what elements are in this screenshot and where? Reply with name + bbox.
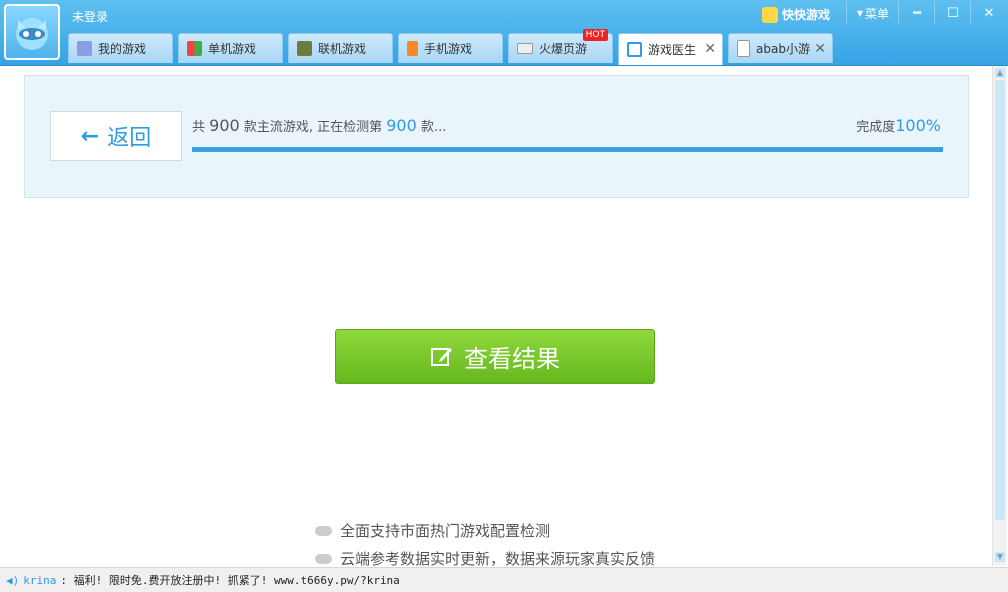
back-button[interactable]: ← 返回 <box>50 111 182 161</box>
tab-close-icon[interactable]: ✕ <box>704 41 716 57</box>
tab-game-doctor[interactable]: 游戏医生 ✕ <box>618 33 723 65</box>
current-count: 900 <box>386 116 417 135</box>
tab-single-player[interactable]: 单机游戏 <box>178 33 283 63</box>
tab-hot-web-games[interactable]: 火爆页游 HOT <box>508 29 613 63</box>
brand-icon <box>762 6 778 23</box>
status-prefix: 共 <box>192 120 206 135</box>
tab-label: 单机游戏 <box>208 42 257 56</box>
back-label: 返回 <box>107 126 152 151</box>
completion-value: 100% <box>895 116 941 135</box>
tab-my-games[interactable]: 我的游戏 <box>68 33 173 63</box>
minimize-button[interactable]: ━ <box>898 1 935 25</box>
cloud-icon <box>315 525 332 536</box>
title-bar: 未登录 快快游戏 ▾ 菜单 ━ ☐ ✕ 我的游戏 单机游戏 联机游戏 手机游戏 … <box>0 0 1008 66</box>
feature-text: 全面支持市面热门游戏配置检测 <box>340 522 551 540</box>
completion-label: 完成度 <box>856 120 896 135</box>
arrow-left-icon: ← <box>80 123 100 149</box>
vertical-scrollbar[interactable]: ▲ ▼ <box>992 66 1007 566</box>
completion: 完成度100% <box>856 116 941 135</box>
gamepad-icon <box>77 41 92 56</box>
menu-label: 菜单 <box>865 6 890 21</box>
hot-badge: HOT <box>582 29 608 41</box>
avatar[interactable] <box>4 4 60 60</box>
raccoon-logo-icon <box>16 18 48 50</box>
progress-fill <box>192 147 943 152</box>
edit-icon <box>431 347 452 366</box>
status-user[interactable]: krina <box>23 574 56 587</box>
feature-item: 全面支持市面热门游戏配置检测 <box>315 520 550 541</box>
tab-abab-games[interactable]: abab小游 ✕ <box>728 33 833 63</box>
tab-label: 游戏医生 <box>648 43 697 57</box>
scroll-up-icon[interactable]: ▲ <box>995 68 1005 78</box>
feature-item: 云端参考数据实时更新，数据来源玩家真实反馈 <box>315 548 655 569</box>
close-button[interactable]: ✕ <box>970 1 1007 25</box>
tab-label: abab小游 <box>756 42 810 56</box>
maximize-button[interactable]: ☐ <box>934 1 971 25</box>
progress-bar <box>192 147 943 152</box>
chevron-down-icon: ▾ <box>856 6 863 20</box>
menu-button[interactable]: ▾ 菜单 <box>846 1 899 25</box>
status-middle: 款主流游戏, 正在检测第 <box>243 120 383 135</box>
tab-mobile-games[interactable]: 手机游戏 <box>398 33 503 63</box>
check-status: 共 900 款主流游戏, 正在检测第 900 款... <box>192 116 446 135</box>
phone-icon <box>407 41 418 56</box>
close-icon: ✕ <box>983 5 995 21</box>
tab-label: 联机游戏 <box>318 42 367 56</box>
cube-icon <box>297 41 312 56</box>
brand: 快快游戏 <box>762 6 830 23</box>
blocks-icon <box>187 41 202 56</box>
view-results-button[interactable]: 查看结果 <box>335 329 655 384</box>
scroll-down-icon[interactable]: ▼ <box>995 552 1005 562</box>
tab-label: 我的游戏 <box>98 42 147 56</box>
cloud-icon <box>315 553 332 564</box>
login-status[interactable]: 未登录 <box>72 8 108 25</box>
tab-close-icon[interactable]: ✕ <box>814 41 826 57</box>
status-suffix: 款... <box>420 120 447 135</box>
scrollbar-thumb[interactable] <box>995 80 1005 520</box>
feature-text: 云端参考数据实时更新，数据来源玩家真实反馈 <box>340 550 656 568</box>
status-bar: ◀) krina : 福利! 限时免.费开放注册中! 抓紧了! www.t666… <box>0 567 1008 592</box>
tab-label: 手机游戏 <box>424 42 473 56</box>
brand-name: 快快游戏 <box>782 8 831 22</box>
maximize-icon: ☐ <box>947 5 959 21</box>
minimize-icon: ━ <box>913 5 921 21</box>
total-count: 900 <box>209 116 240 135</box>
view-results-label: 查看结果 <box>464 345 560 373</box>
speaker-icon[interactable]: ◀) <box>6 574 19 587</box>
page-icon <box>737 40 750 57</box>
tab-online-games[interactable]: 联机游戏 <box>288 33 393 63</box>
controller-icon <box>517 43 533 54</box>
check-panel: ← 返回 共 900 款主流游戏, 正在检测第 900 款... 完成度100% <box>24 75 969 198</box>
tab-label: 火爆页游 <box>539 42 588 56</box>
status-message[interactable]: : 福利! 限时免.费开放注册中! 抓紧了! www.t666y.pw/?kri… <box>60 572 399 588</box>
doctor-icon <box>627 42 642 57</box>
